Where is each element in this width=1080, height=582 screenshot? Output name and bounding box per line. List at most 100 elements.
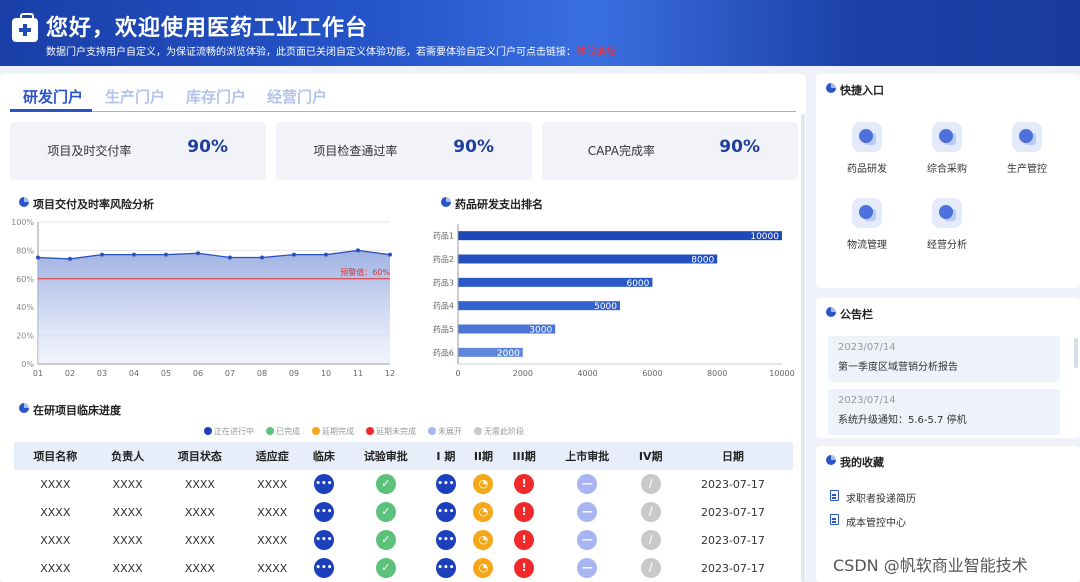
tools-icon — [1012, 122, 1042, 152]
legend-label: 无需此阶段 — [484, 427, 524, 436]
stage-cell: / — [629, 554, 673, 582]
table-cell: XXXX — [40, 505, 71, 519]
quick-entry-logistics[interactable]: 物流管理 — [832, 198, 902, 251]
na-icon: / — [640, 558, 661, 578]
category-label: 药品3 — [433, 277, 454, 287]
tab-business[interactable]: 经营门户 — [267, 86, 327, 107]
bar-chart: 药品1 10000 药品2 8000 药品3 6000 药品4 5000 药品5 3000 药品6 2… — [433, 224, 795, 378]
date-cell: 2023-07-17 — [700, 505, 765, 519]
favorite-item[interactable]: 求职者投递简历 — [830, 490, 916, 505]
y-tick-label: 60% — [16, 275, 34, 284]
notice-item[interactable]: 2023/07/14 系统升级通知：5.6-5.7 停机 — [828, 389, 1060, 435]
kpi-card-capa: CAPA完成率 90% — [542, 122, 798, 180]
legend-label: 正在进行中 — [214, 427, 254, 436]
y-tick-label: 80% — [16, 246, 34, 255]
done-icon: ✓ — [375, 502, 396, 522]
quick-entry-drug-rd[interactable]: 药品研发 — [832, 122, 902, 175]
legend-label: 未展开 — [438, 427, 462, 436]
legend-dot-icon — [428, 427, 436, 435]
main-scrollbar[interactable] — [801, 114, 805, 582]
tab-inventory[interactable]: 库存门户 — [186, 86, 246, 107]
y-tick-label: 100% — [11, 218, 34, 227]
data-point — [260, 255, 264, 260]
stage-cell: ◔ — [465, 470, 503, 498]
column-header: II期 — [464, 442, 503, 470]
column-header: I 期 — [427, 442, 465, 470]
stage-cell: ! — [502, 470, 546, 498]
column-header: 负责人 — [96, 442, 159, 470]
delay-icon: ◔ — [473, 558, 494, 578]
notice-item[interactable]: 2023/07/14 第一季度区域营销分析报告 — [828, 336, 1060, 382]
stage-cell: ••• — [427, 498, 465, 526]
running-icon: ••• — [435, 558, 456, 578]
table-cell: XXXX — [112, 505, 143, 519]
banner-title: 您好，欢迎使用医药工业工作台 — [46, 16, 369, 41]
data-point — [36, 255, 40, 260]
stage-cell: ✓ — [345, 470, 428, 498]
bar-value-label: 2000 — [497, 349, 520, 359]
stage-cell: ••• — [303, 526, 344, 554]
table-row[interactable]: XXXX XXXX XXXX XXXX ••• ✓ ••• ◔! — / 2023-07-17 — [14, 554, 793, 582]
stage-cell: ✓ — [345, 498, 428, 526]
legend-label: 已完成 — [276, 427, 300, 436]
quick-entry-production[interactable]: 生产管控 — [992, 122, 1062, 175]
quick-entry-panel: 快捷入口 药品研发 综合采购 生产管控 物流管理 经营分析 — [816, 74, 1080, 288]
table-row[interactable]: XXXX XXXX XXXX XXXX ••• ✓ ••• ◔! — / 2023-07-17 — [14, 498, 793, 526]
stage-cell: — — [546, 470, 629, 498]
table-row[interactable]: XXXX XXXX XXXX XXXX ••• ✓ ••• ◔! — / 2023-07-17 — [14, 470, 793, 498]
pie-chart-icon — [826, 307, 836, 317]
stage-cell: ••• — [303, 554, 344, 582]
column-header: 试验审批 — [344, 442, 428, 470]
done-icon: ✓ — [375, 558, 396, 578]
running-icon: ••• — [435, 474, 456, 494]
x-tick-label: 11 — [353, 369, 363, 378]
x-tick-label: 09 — [289, 369, 299, 378]
tab-rd[interactable]: 研发门户 — [23, 86, 83, 107]
kpi-value: 90% — [453, 137, 494, 157]
quick-entry-purchase[interactable]: 综合采购 — [912, 122, 982, 175]
kpi-value: 90% — [187, 137, 228, 157]
experience-link[interactable]: 体验链接 — [576, 47, 616, 58]
column-header: 临床 — [303, 442, 345, 470]
x-tick-label: 8000 — [707, 369, 727, 378]
quick-entry-title: 快捷入口 — [826, 82, 884, 98]
na-icon: / — [640, 502, 661, 522]
favorite-item[interactable]: 成本管控中心 — [830, 514, 906, 529]
data-point — [292, 252, 296, 257]
y-tick-label: 20% — [16, 332, 34, 341]
bar — [458, 231, 782, 241]
purchase-icon — [932, 122, 962, 152]
column-header: 适应症 — [241, 442, 304, 470]
legend-item: 无需此阶段 — [474, 426, 524, 437]
category-label: 药品2 — [433, 254, 454, 264]
favorites-title: 我的收藏 — [826, 454, 884, 470]
legend-item: 未展开 — [428, 426, 462, 437]
table-row[interactable]: XXXX XXXX XXXX XXXX ••• ✓ ••• ◔! — / 2023-07-17 — [14, 526, 793, 554]
stage-cell: / — [629, 470, 673, 498]
y-tick-label: 0% — [21, 360, 34, 369]
notice-text: 第一季度区域营销分析报告 — [838, 362, 958, 373]
delay-icon: ◔ — [473, 530, 494, 550]
banner-subtitle: 数据门户支持用户自定义，为保证流畅的浏览体验，此页面已关闭自定义体验功能，若需要… — [46, 43, 616, 58]
table-cell: XXXX — [184, 505, 215, 519]
x-tick-label: 01 — [33, 369, 43, 378]
category-label: 药品1 — [433, 231, 454, 241]
quick-entry-analysis[interactable]: 经营分析 — [912, 198, 982, 251]
tab-production[interactable]: 生产门户 — [105, 86, 165, 107]
legend-dot-icon — [366, 427, 374, 435]
table-section-title: 在研项目临床进度 — [19, 402, 121, 418]
notstart-icon: — — [577, 558, 598, 578]
clinical-progress-table: 项目名称 负责人 项目状态 适应症 临床 试验审批 I 期 II期 III期 上市审批 IV期 日期 … — [14, 442, 793, 582]
date-cell: 2023-07-17 — [700, 477, 765, 491]
stage-cell: ! — [502, 554, 546, 582]
column-header: 项目状态 — [158, 442, 242, 470]
y-tick-label: 40% — [16, 303, 34, 312]
notice-scrollbar[interactable] — [1074, 338, 1078, 368]
column-header: 上市审批 — [545, 442, 629, 470]
table-cell: XXXX — [184, 533, 215, 547]
overdue-icon: ! — [514, 530, 535, 550]
date-cell: 2023-07-17 — [700, 561, 765, 575]
bar — [458, 254, 718, 264]
data-point — [132, 252, 136, 257]
x-tick-label: 12 — [385, 369, 395, 378]
